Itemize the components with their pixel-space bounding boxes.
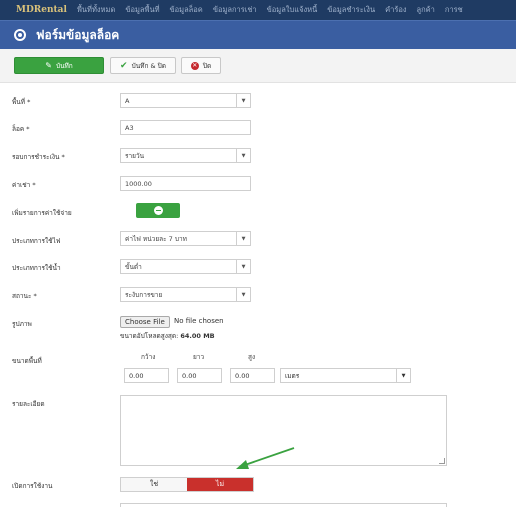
nav-item-payment-data[interactable]: ข้อมูลชำระเงิน xyxy=(327,4,375,16)
lock-input-value: A3 xyxy=(125,123,134,132)
image-label: รูปภาพ xyxy=(12,320,32,328)
choose-file-button[interactable]: Choose File xyxy=(120,316,170,328)
close-icon: ✕ xyxy=(190,61,199,70)
water-select-value: ขั้นต่ำ xyxy=(125,262,142,271)
area-select-value: A xyxy=(125,96,130,105)
add-expense-label: เพิ่มรายการค่าใช้จ่าย xyxy=(12,209,72,217)
next-field-partial[interactable] xyxy=(120,503,447,507)
chevron-down-icon: ▼ xyxy=(236,94,250,107)
lock-input[interactable]: A3 xyxy=(120,120,251,135)
enable-no-option[interactable]: ไม่ xyxy=(187,478,253,491)
size-label: ขนาดพื้นที่ xyxy=(12,357,42,365)
electric-select[interactable]: ค่าไฟ หน่วยละ 7 บาท ▼ xyxy=(120,231,251,246)
minus-circle-icon xyxy=(153,206,163,215)
status-select-value: ระงับการขาย xyxy=(125,290,163,299)
nav-item-invoice-data[interactable]: ข้อมูลใบแจ้งหนี้ xyxy=(267,4,318,16)
chevron-down-icon: ▼ xyxy=(236,288,250,301)
lock-label: ล็อค * xyxy=(12,125,30,133)
length-input-value: 0.00 xyxy=(182,371,197,380)
width-input[interactable]: 0.00 xyxy=(124,368,169,383)
brand-logo[interactable]: MDRental xyxy=(16,5,67,15)
billing-cycle-label: รอบการชำระเงิน * xyxy=(12,153,65,161)
chevron-down-icon: ▼ xyxy=(236,149,250,162)
upload-note-size: 64.00 MB xyxy=(180,332,215,340)
save-button-label: บันทึก xyxy=(55,61,73,70)
page-title: ฟอร์มข้อมูลล็อค xyxy=(36,27,120,42)
save-button[interactable]: ✎ บันทึก xyxy=(14,57,104,74)
close-button-label: ปิด xyxy=(202,61,212,70)
unit-select[interactable]: เมตร ▼ xyxy=(280,368,411,383)
status-select[interactable]: ระงับการขาย ▼ xyxy=(120,287,251,302)
chevron-down-icon: ▼ xyxy=(236,260,250,273)
nav-item-all-areas[interactable]: พื้นที่ทั้งหมด xyxy=(77,4,115,16)
upload-note-prefix: ขนาดอัปโหลดสูงสุด: xyxy=(120,332,179,340)
length-input[interactable]: 0.00 xyxy=(177,368,222,383)
height-input-value: 0.00 xyxy=(235,371,250,380)
electric-label: ประเภทการใช้ไฟ xyxy=(12,237,61,245)
height-label: สูง xyxy=(248,353,256,361)
check-icon: ✔ xyxy=(120,60,128,71)
enable-toggle[interactable]: ใช่ ไม่ xyxy=(120,477,254,492)
unit-select-value: เมตร xyxy=(285,371,300,380)
no-file-text: No file chosen xyxy=(174,317,224,325)
detail-label: รายละเอียด xyxy=(12,400,45,408)
area-select[interactable]: A ▼ xyxy=(120,93,251,108)
add-expense-button[interactable] xyxy=(136,203,180,218)
nav-item-customers[interactable]: ลูกค้า xyxy=(417,4,435,16)
nav-item-rental-data[interactable]: ข้อมูลการเช่า xyxy=(213,4,257,16)
annotation-arrow-icon xyxy=(236,447,295,469)
page-header: ฟอร์มข้อมูลล็อค xyxy=(0,20,516,49)
resize-handle-icon[interactable] xyxy=(439,458,445,464)
top-nav: MDRental พื้นที่ทั้งหมด ข้อมูลพื้นที่ ข้… xyxy=(0,0,516,20)
length-label: ยาว xyxy=(193,353,205,361)
save-close-button-label: บันทึก & ปิด xyxy=(131,61,166,70)
nav-item-lock-data[interactable]: ข้อมูลล็อค xyxy=(170,4,203,16)
billing-cycle-value: รายวัน xyxy=(125,151,145,160)
nav-item-more[interactable]: การช xyxy=(445,4,463,16)
nav-item-requests[interactable]: คำร้อง xyxy=(385,4,406,16)
rent-input[interactable]: 1000.00 xyxy=(120,176,251,191)
billing-cycle-select[interactable]: รายวัน ▼ xyxy=(120,148,251,163)
width-label: กว้าง xyxy=(141,353,156,361)
save-close-button[interactable]: ✔ บันทึก & ปิด xyxy=(110,57,176,74)
nav-item-area-data[interactable]: ข้อมูลพื้นที่ xyxy=(125,4,159,16)
electric-select-value: ค่าไฟ หน่วยละ 7 บาท xyxy=(125,234,187,243)
height-input[interactable]: 0.00 xyxy=(230,368,275,383)
water-label: ประเภทการใช้น้ำ xyxy=(12,264,61,272)
chevron-down-icon: ▼ xyxy=(236,232,250,245)
area-label: พื้นที่ * xyxy=(12,98,31,106)
enable-yes-option[interactable]: ใช่ xyxy=(121,478,187,491)
enable-label: เปิดการใช้งาน xyxy=(12,482,53,490)
upload-size-note: ขนาดอัปโหลดสูงสุด: 64.00 MB xyxy=(120,331,215,341)
chevron-down-icon: ▼ xyxy=(396,369,410,382)
water-select[interactable]: ขั้นต่ำ ▼ xyxy=(120,259,251,274)
rent-input-value: 1000.00 xyxy=(125,179,152,188)
rent-label: ค่าเช่า * xyxy=(12,181,36,189)
width-input-value: 0.00 xyxy=(129,371,144,380)
toolbar: ✎ บันทึก ✔ บันทึก & ปิด ✕ ปิด xyxy=(0,49,516,83)
record-icon xyxy=(14,29,26,41)
status-label: สถานะ * xyxy=(12,292,37,300)
edit-icon: ✎ xyxy=(45,61,52,70)
close-button[interactable]: ✕ ปิด xyxy=(181,57,221,74)
